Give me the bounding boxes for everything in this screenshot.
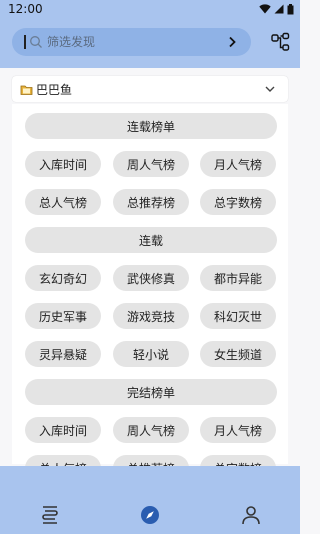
- battery-icon: [287, 3, 294, 14]
- explore-tag[interactable]: 轻小说: [113, 341, 189, 367]
- group-label: 巴巴鱼: [36, 82, 73, 97]
- chevron-down-icon: [265, 86, 275, 92]
- explore-tag[interactable]: 总字数榜: [200, 189, 276, 215]
- explore-tag[interactable]: 总人气榜: [25, 189, 101, 215]
- search-bar[interactable]: [12, 28, 251, 56]
- section-header[interactable]: 连载榜单: [25, 113, 277, 139]
- section-header[interactable]: 连载: [25, 227, 277, 253]
- explore-tag[interactable]: 玄幻奇幻: [25, 265, 101, 291]
- explore-tag[interactable]: 女生频道: [200, 341, 276, 367]
- search-icon: [30, 36, 42, 48]
- compass-icon[interactable]: [139, 504, 161, 526]
- explore-tag[interactable]: 历史军事: [25, 303, 101, 329]
- text-cursor: [24, 35, 26, 49]
- explore-tag[interactable]: 灵异悬疑: [25, 341, 101, 367]
- signal-icon: [274, 4, 284, 14]
- top-app-bar: 12:00: [0, 0, 300, 68]
- chevron-right-icon[interactable]: [225, 35, 239, 49]
- explore-tag[interactable]: 周人气榜: [113, 151, 189, 177]
- explore-tag[interactable]: 入库时间: [25, 417, 101, 443]
- explore-tag[interactable]: 武侠修真: [113, 265, 189, 291]
- explore-tag[interactable]: 都市异能: [200, 265, 276, 291]
- explore-tag[interactable]: 科幻灭世: [200, 303, 276, 329]
- explore-tag[interactable]: 月人气榜: [200, 151, 276, 177]
- person-icon[interactable]: [240, 504, 262, 526]
- section-header[interactable]: 完结榜单: [25, 379, 277, 405]
- explore-tag[interactable]: 月人气榜: [200, 417, 276, 443]
- group-tree-icon[interactable]: [270, 31, 292, 53]
- source-group-dropdown[interactable]: 巴巴鱼: [12, 76, 288, 102]
- explore-tag[interactable]: 总推荐榜: [113, 189, 189, 215]
- bookshelf-icon[interactable]: [39, 504, 61, 526]
- search-input[interactable]: [47, 35, 197, 49]
- wifi-icon: [259, 4, 271, 14]
- explore-tag[interactable]: 入库时间: [25, 151, 101, 177]
- status-icons: [259, 3, 294, 15]
- bottom-navigation: [0, 466, 300, 534]
- explore-panel: 连载榜单 入库时间 周人气榜 月人气榜 总人气榜 总推荐榜 总字数榜 连载 玄幻…: [12, 104, 288, 481]
- explore-tag[interactable]: 游戏竞技: [113, 303, 189, 329]
- folder-icon: [20, 85, 33, 95]
- explore-tag[interactable]: 周人气榜: [113, 417, 189, 443]
- status-bar: 12:00: [0, 0, 300, 18]
- status-time: 12:00: [8, 2, 43, 16]
